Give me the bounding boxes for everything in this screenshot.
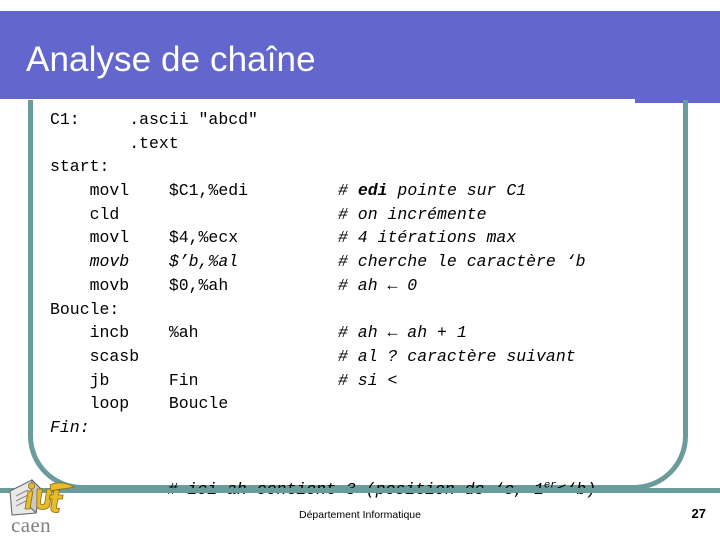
code-line: C1: .ascii "abcd"	[50, 108, 670, 132]
code-line-instruction: C1: .ascii "abcd"	[50, 110, 258, 129]
slide-canvas: Analyse de chaîne C1: .ascii "abcd" .tex…	[0, 0, 720, 540]
comment-fragment: # al ? caractère suivant	[338, 346, 576, 366]
code-line-comment: # edi pointe sur C1	[338, 179, 526, 203]
code-line-comment: # ah ← ah + 1	[338, 321, 467, 345]
comment-fragment: # 4 itérations max	[338, 228, 517, 248]
code-line-instruction: incb %ah	[50, 323, 199, 343]
code-line-comment: # ah ← 0	[338, 274, 417, 298]
title-underline-rule	[0, 99, 635, 104]
code-line: movl $C1,%edi # edi pointe sur C1	[50, 179, 670, 203]
code-line: loop Boucle	[50, 392, 670, 416]
footer-divider	[0, 488, 720, 493]
comment-fragment: pointe sur C1	[387, 181, 527, 201]
code-line: movl $4,%ecx # 4 itérations max	[50, 226, 670, 250]
code-line-comment: # 4 itérations max	[338, 226, 516, 250]
page-title: Analyse de chaîne	[26, 40, 316, 79]
code-line: movb $0,%ah # ah ← 0	[50, 274, 670, 298]
code-line-instruction: movl $C1,%edi	[50, 181, 249, 201]
assembly-code-listing: C1: .ascii "abcd" .text start: movl $C1,%…	[50, 108, 670, 440]
code-line: Fin:	[50, 416, 670, 440]
code-line: scasb # al ? caractère suivant	[50, 345, 670, 369]
code-line-instruction: movb $’b,%al	[50, 252, 239, 272]
comment-fragment: edi	[357, 181, 388, 201]
comment-fragment: # on incrémente	[338, 204, 487, 224]
code-line: Boucle:	[50, 298, 670, 322]
code-line-comment: # si <	[338, 369, 397, 393]
code-line-instruction: start:	[50, 157, 110, 177]
code-line-instruction: movb $0,%ah	[50, 275, 229, 295]
logo-wordmark: caen	[11, 513, 52, 537]
code-line-instruction: scasb	[50, 346, 140, 366]
code-line: incb %ah # ah ← ah + 1	[50, 321, 670, 345]
code-line-instruction: Fin:	[50, 417, 90, 437]
iut-caen-logo: caen	[6, 477, 86, 539]
code-line: movb $’b,%al # cherche le caractère ‘b	[50, 250, 670, 274]
code-line-instruction: Boucle:	[50, 299, 120, 319]
code-line: jb Fin # si <	[50, 369, 670, 393]
code-line-instruction: .text	[50, 133, 179, 153]
comment-fragment: # ah ← 0	[338, 275, 418, 295]
comment-fragment: # cherche le caractère ‘b	[338, 252, 586, 272]
code-line-instruction: cld	[50, 204, 120, 224]
code-line-instruction: loop Boucle	[50, 394, 229, 414]
comment-fragment: # si <	[338, 370, 398, 390]
code-line: start:	[50, 155, 670, 179]
code-line-comment: # cherche le caractère ‘b	[338, 250, 586, 274]
footer-department-label: Département Informatique	[299, 509, 421, 521]
slide-title-band: Analyse de chaîne	[0, 11, 720, 104]
code-line: .text	[50, 132, 670, 156]
code-line-comment: # al ? caractère suivant	[338, 345, 576, 369]
code-line-instruction: movl $4,%ecx	[50, 228, 239, 248]
code-line-instruction: jb Fin	[50, 370, 199, 390]
code-line-comment: # on incrémente	[338, 203, 487, 227]
page-number: 27	[691, 506, 706, 521]
comment-fragment: #	[338, 181, 358, 201]
code-line: cld # on incrémente	[50, 203, 670, 227]
comment-fragment: # ah ← ah + 1	[338, 323, 467, 343]
